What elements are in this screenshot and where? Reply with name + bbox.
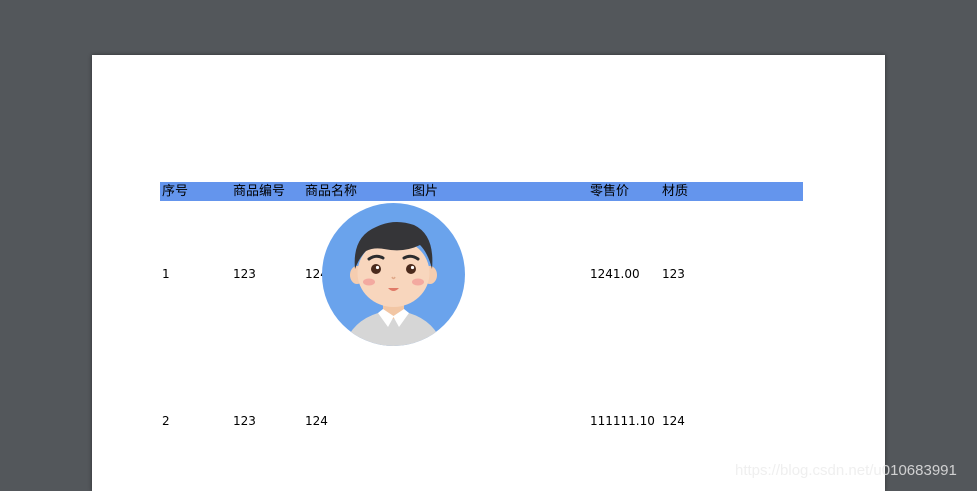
cell-index: 2 <box>162 414 170 428</box>
cell-index: 1 <box>162 267 170 281</box>
header-index: 序号 <box>162 184 189 199</box>
cell-product-code: 123 <box>233 414 256 428</box>
document-page: 序号 商品编号 商品名称 图片 零售价 材质 1 123 124 1241.00… <box>92 55 885 491</box>
header-material: 材质 <box>662 184 689 199</box>
cell-retail-price: 111111.10 <box>590 414 655 428</box>
table-row: 2 123 124 111111.10 124 <box>160 412 803 431</box>
cell-product-code: 123 <box>233 267 256 281</box>
table-header-row: 序号 商品编号 商品名称 图片 零售价 材质 <box>160 182 803 201</box>
cell-retail-price: 1241.00 <box>590 267 640 281</box>
table-row: 1 123 124 1241.00 123 <box>160 265 803 284</box>
avatar-boy-image <box>322 203 465 346</box>
header-image: 图片 <box>412 184 439 199</box>
cell-product-name: 124 <box>305 414 328 428</box>
header-product-name: 商品名称 <box>305 184 358 199</box>
header-retail-price: 零售价 <box>590 184 630 199</box>
watermark-text: https://blog.csdn.net/u010683991 <box>735 462 957 479</box>
header-product-code: 商品编号 <box>233 184 286 199</box>
cell-material: 124 <box>662 414 685 428</box>
cell-material: 123 <box>662 267 685 281</box>
